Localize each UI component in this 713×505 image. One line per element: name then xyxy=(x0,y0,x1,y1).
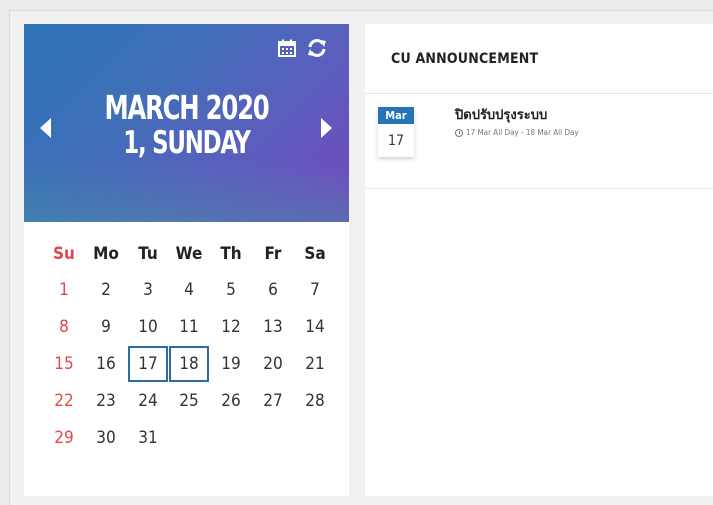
calendar-day[interactable]: 2 xyxy=(86,272,126,308)
weekday-label: Su xyxy=(53,244,75,264)
calendar-day[interactable]: 11 xyxy=(169,309,209,345)
event-date-badge: Mar 17 xyxy=(378,107,414,157)
calendar-week-row: 8 9 10 11 12 13 14 xyxy=(44,309,334,346)
calendar-day[interactable]: 21 xyxy=(295,346,335,382)
calendar-day[interactable]: 23 xyxy=(86,383,126,419)
calendar-widget: MARCH 2020 1, SUNDAY Su Mo Tu We Th Fr S… xyxy=(24,24,349,496)
prev-month-icon[interactable] xyxy=(40,118,51,138)
calendar-day[interactable]: 22 xyxy=(44,383,84,419)
calendar-day[interactable]: 25 xyxy=(169,383,209,419)
announcement-header: CU ANNOUNCEMENT xyxy=(365,24,713,94)
weekday-label: We xyxy=(175,244,203,264)
weekday-label: Tu xyxy=(138,244,158,264)
calendar-day[interactable]: 14 xyxy=(295,309,335,345)
calendar-day[interactable]: 9 xyxy=(86,309,126,345)
calendar-week-row: 15 16 17 18 19 20 21 xyxy=(44,346,334,383)
event-time: 17 Mar All Day - 18 Mar All Day xyxy=(466,128,579,137)
refresh-icon[interactable] xyxy=(306,38,326,58)
calendar-day[interactable]: 24 xyxy=(128,383,168,419)
calendar-day[interactable]: 3 xyxy=(128,272,168,308)
weekday-label: Fr xyxy=(264,244,282,264)
calendar-day[interactable]: 1 xyxy=(44,272,84,308)
calendar-week-row: 22 23 24 25 26 27 28 xyxy=(44,383,334,420)
calendar-day[interactable]: 17 xyxy=(128,346,168,382)
calendar-day[interactable]: 28 xyxy=(295,383,335,419)
event-details: ปิดปรับปรุงระบบ 17 Mar All Day - 18 Mar … xyxy=(455,104,579,137)
event-day: 17 xyxy=(387,132,405,149)
calendar-day[interactable]: 16 xyxy=(86,346,126,382)
calendar-day[interactable]: 31 xyxy=(128,420,168,456)
announcement-title: CU ANNOUNCEMENT xyxy=(391,50,539,67)
calendar-day[interactable]: 7 xyxy=(295,272,335,308)
weekday-label: Th xyxy=(220,244,242,264)
calendar-day[interactable]: 6 xyxy=(253,272,293,308)
announcement-panel: CU ANNOUNCEMENT Mar 17 ปิดปรับปรุงระบบ 1… xyxy=(365,24,713,496)
calendar-header: MARCH 2020 1, SUNDAY xyxy=(24,24,349,222)
calendar-day[interactable]: 20 xyxy=(253,346,293,382)
calendar-day[interactable]: 4 xyxy=(169,272,209,308)
clock-icon xyxy=(455,128,463,137)
event-month: Mar xyxy=(378,107,414,124)
calendar-day[interactable]: 15 xyxy=(44,346,84,382)
calendar-icon[interactable] xyxy=(277,38,297,58)
calendar-grid: Su Mo Tu We Th Fr Sa 1 2 3 4 5 6 7 8 9 10 11 12 13 14… xyxy=(44,236,334,457)
calendar-day[interactable]: 30 xyxy=(86,420,126,456)
weekday-header-row: Su Mo Tu We Th Fr Sa xyxy=(44,236,334,272)
weekday-label: Sa xyxy=(304,244,326,264)
calendar-day[interactable]: 18 xyxy=(169,346,209,382)
calendar-day[interactable]: 19 xyxy=(211,346,251,382)
calendar-week-row: 1234567 xyxy=(44,272,334,309)
weekday-label: Mo xyxy=(93,244,119,264)
calendar-day[interactable]: 27 xyxy=(253,383,293,419)
calendar-week-row: 29 30 31 xyxy=(44,420,334,457)
calendar-day[interactable]: 13 xyxy=(253,309,293,345)
next-month-icon[interactable] xyxy=(321,118,332,138)
event-title[interactable]: ปิดปรับปรุงระบบ xyxy=(455,104,579,125)
calendar-day[interactable]: 5 xyxy=(211,272,251,308)
selected-day-title: 1, SUNDAY xyxy=(123,125,251,161)
event-time-row: 17 Mar All Day - 18 Mar All Day xyxy=(455,128,579,137)
calendar-day[interactable]: 8 xyxy=(44,309,84,345)
month-year-title: MARCH 2020 xyxy=(104,88,270,127)
announcement-item[interactable]: Mar 17 ปิดปรับปรุงระบบ 17 Mar All Day - … xyxy=(365,94,713,189)
calendar-day[interactable]: 10 xyxy=(128,309,168,345)
calendar-day[interactable]: 26 xyxy=(211,383,251,419)
calendar-day[interactable]: 29 xyxy=(44,420,84,456)
calendar-day[interactable]: 12 xyxy=(211,309,251,345)
